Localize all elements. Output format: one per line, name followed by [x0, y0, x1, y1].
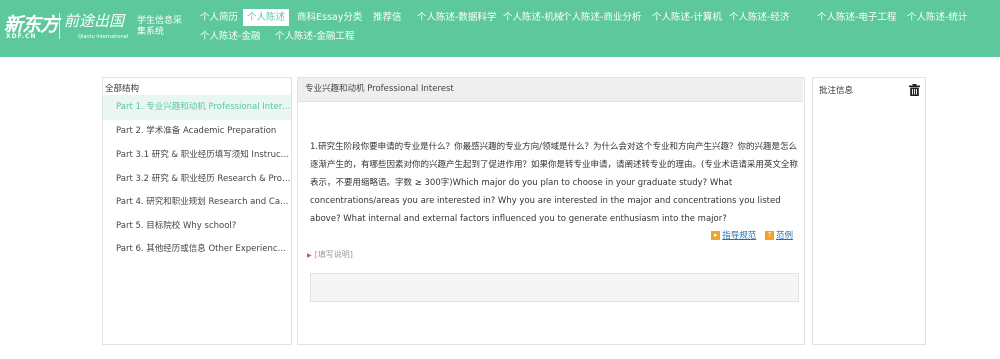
help-links: ▸ 指导规范 ? 范例 — [711, 229, 799, 241]
hint-label: [填写说明] — [314, 250, 353, 259]
tree-header: 全部结构 — [105, 84, 140, 94]
section-title: 专业兴趣和动机 Professional Interest — [298, 78, 803, 102]
tree-item-part2[interactable]: Part 2. 学术准备 Academic Preparation — [103, 119, 291, 144]
qiantu-logo[interactable]: 前途出国 — [64, 10, 124, 31]
nav-item-business-essay[interactable]: 商科Essay分类 — [293, 9, 366, 26]
question-text: 1.研究生阶段你要申请的专业是什么？你最感兴趣的专业方向/领域是什么？为什么会对… — [310, 142, 798, 224]
nav-item-ps-computer[interactable]: 个人陈述-计算机 — [648, 9, 726, 26]
nav-item-ps-economics[interactable]: 个人陈述-经济 — [725, 9, 793, 26]
nav-item-ps-financial-engineering[interactable]: 个人陈述-金融工程 — [271, 28, 358, 45]
content-panel: 专业兴趣和动机 Professional Interest 1.研究生阶段你要申… — [297, 77, 805, 345]
answer-input[interactable] — [310, 273, 799, 302]
structure-panel: 全部结构 Part 1. 专业兴趣和动机 Professional Intere… — [102, 77, 292, 345]
caret-right-icon: ▶ — [307, 252, 312, 259]
nav-item-ps-business-analytics[interactable]: 个人陈述-商业分析 — [558, 9, 645, 26]
nav-item-ps-electrical[interactable]: 个人陈述-电子工程 — [813, 9, 900, 26]
xdf-logo-sub: XDF.CN — [6, 33, 37, 40]
nav-item-ps-finance[interactable]: 个人陈述-金融 — [196, 28, 264, 45]
fill-instructions-toggle[interactable]: ▶ [填写说明] — [307, 249, 353, 260]
nav-item-resume[interactable]: 个人简历 — [196, 9, 242, 26]
example-link[interactable]: 范例 — [776, 231, 793, 241]
logo-divider — [59, 13, 60, 39]
top-navigation-bar: 新东方 XDF.CN 前途出国 Qiantu International 学生信… — [0, 0, 1000, 57]
notes-title: 批注信息 — [819, 86, 854, 96]
nav-item-ps-data-science[interactable]: 个人陈述-数据科学 — [413, 9, 500, 26]
nav-item-recommendation[interactable]: 推荐信 — [369, 9, 406, 26]
tree-item-part3-1[interactable]: Part 3.1 研究 & 职业经历填写须知 Instructions — [103, 143, 291, 168]
tree-item-part1[interactable]: Part 1. 专业兴趣和动机 Professional Interest — [103, 95, 291, 120]
tree-item-part3-2[interactable]: Part 3.2 研究 & 职业经历 Research & Profession… — [103, 167, 291, 192]
trash-icon[interactable] — [909, 84, 920, 96]
guide-icon: ▸ — [711, 231, 721, 240]
system-title: 学生信息采集系统 — [137, 16, 183, 37]
qiantu-logo-sub: Qiantu International — [78, 34, 129, 40]
question-mark-icon: ? — [764, 231, 774, 240]
guide-link[interactable]: 指导规范 — [722, 231, 756, 241]
nav-item-personal-statement[interactable]: 个人陈述 — [243, 9, 290, 26]
nav-item-ps-statistics[interactable]: 个人陈述-统计 — [903, 9, 971, 26]
notes-panel: 批注信息 — [812, 77, 926, 345]
tree-item-part5[interactable]: Part 5. 目标院校 Why school? — [103, 214, 291, 239]
tree-item-part6[interactable]: Part 6. 其他经历或信息 Other Experience or Info… — [103, 237, 291, 262]
tree-item-part4[interactable]: Part 4. 研究和职业规划 Research and Career Plan — [103, 190, 291, 215]
